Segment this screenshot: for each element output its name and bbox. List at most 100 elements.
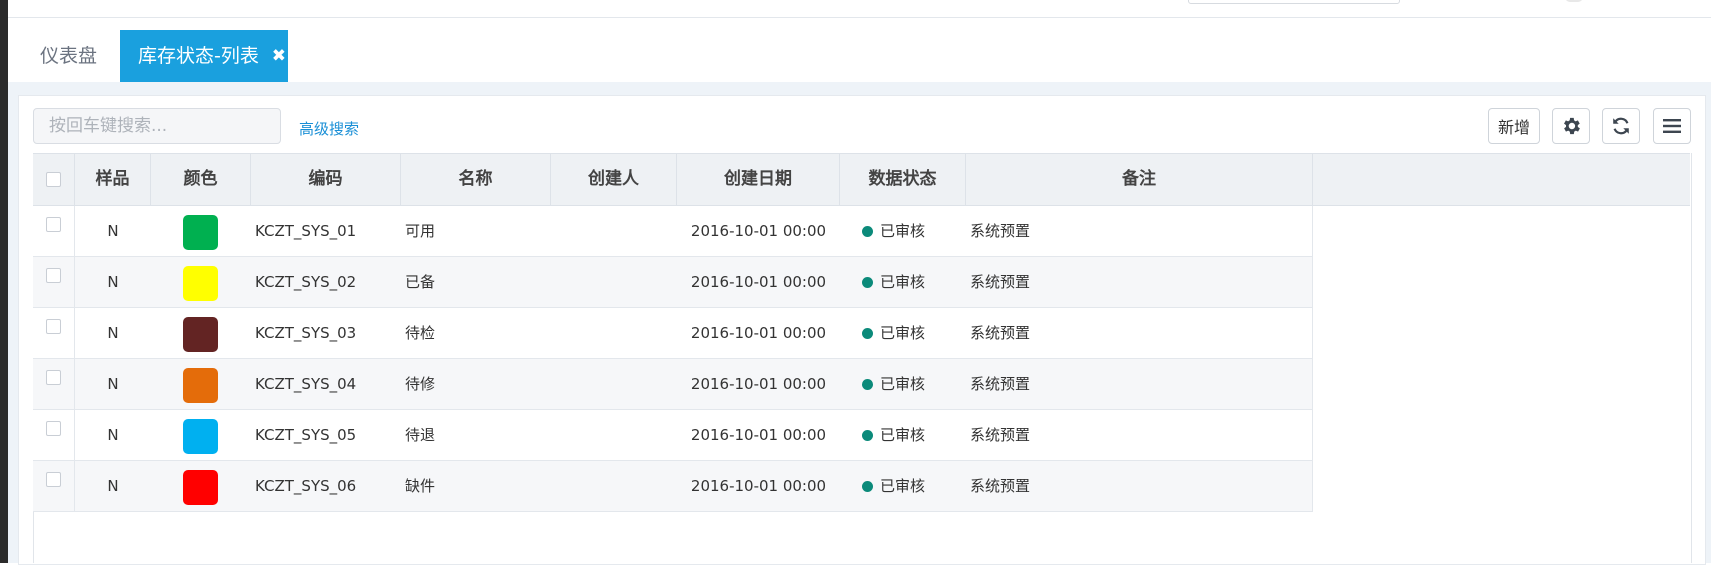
column-header-code[interactable]: 编码 bbox=[251, 154, 401, 205]
cell-code: KCZT_SYS_06 bbox=[255, 477, 357, 495]
status-dot-icon bbox=[862, 379, 873, 390]
row-checkbox[interactable] bbox=[46, 217, 61, 232]
advanced-search-link[interactable]: 高级搜索 bbox=[299, 118, 359, 139]
column-header-color[interactable]: 颜色 bbox=[151, 154, 251, 205]
row-checkbox[interactable] bbox=[46, 370, 61, 385]
column-divider bbox=[1312, 308, 1313, 358]
row-checkbox[interactable] bbox=[46, 472, 61, 487]
status-text: 已审核 bbox=[880, 222, 926, 240]
cell-creator bbox=[551, 410, 677, 460]
refresh-icon bbox=[1613, 117, 1629, 135]
cell-code: KCZT_SYS_01 bbox=[255, 222, 357, 240]
status-text: 已审核 bbox=[880, 273, 926, 291]
tab-bar: 仪表盘 库存状态-列表 ✖ bbox=[8, 18, 1711, 82]
cell-remark: 系统预置 bbox=[970, 375, 1031, 393]
cell-code: KCZT_SYS_03 bbox=[255, 324, 357, 342]
cell-data-status: 已审核 bbox=[862, 410, 966, 460]
cell-created-date: 2016-10-01 00:00 bbox=[690, 426, 827, 444]
status-text: 已审核 bbox=[880, 426, 926, 444]
cell-name: 已备 bbox=[405, 273, 436, 291]
cell-remark: 系统预置 bbox=[970, 426, 1031, 444]
cell-code: KCZT_SYS_05 bbox=[255, 426, 357, 444]
table-row[interactable]: N KCZT_SYS_06 缺件 2016-10-01 00:00 已审核 系统预置 bbox=[33, 461, 1313, 512]
column-header-data-status[interactable]: 数据状态 bbox=[840, 154, 966, 205]
cell-creator bbox=[551, 206, 677, 256]
status-text: 已审核 bbox=[880, 477, 926, 495]
cell-data-status: 已审核 bbox=[862, 461, 966, 511]
cell-remark: 系统预置 bbox=[970, 273, 1031, 291]
cell-created-date: 2016-10-01 00:00 bbox=[690, 477, 827, 495]
cell-remark: 系统预置 bbox=[970, 222, 1031, 240]
close-icon[interactable]: ✖ bbox=[272, 30, 286, 82]
color-swatch bbox=[183, 368, 218, 403]
search-input[interactable] bbox=[33, 108, 281, 144]
status-dot-icon bbox=[862, 226, 873, 237]
tab-dashboard[interactable]: 仪表盘 bbox=[40, 30, 97, 82]
cell-creator bbox=[551, 308, 677, 358]
table-row[interactable]: N KCZT_SYS_01 可用 2016-10-01 00:00 已审核 系统预置 bbox=[33, 206, 1313, 257]
cell-name: 可用 bbox=[405, 222, 436, 240]
add-button[interactable]: 新增 bbox=[1488, 108, 1540, 144]
window-edge bbox=[0, 0, 8, 563]
status-dot-icon bbox=[862, 277, 873, 288]
row-checkbox[interactable] bbox=[46, 319, 61, 334]
column-divider bbox=[1312, 410, 1313, 460]
tab-inventory-status-list[interactable]: 库存状态-列表 ✖ bbox=[120, 30, 288, 82]
column-header-creator[interactable]: 创建人 bbox=[551, 154, 677, 205]
table-row[interactable]: N KCZT_SYS_05 待退 2016-10-01 00:00 已审核 系统预置 bbox=[33, 410, 1313, 461]
select-all-checkbox[interactable] bbox=[46, 172, 61, 187]
cell-remark: 系统预置 bbox=[970, 477, 1031, 495]
status-dot-icon bbox=[862, 328, 873, 339]
color-swatch bbox=[183, 317, 218, 352]
cell-created-date: 2016-10-01 00:00 bbox=[690, 324, 827, 342]
cell-data-status: 已审核 bbox=[862, 359, 966, 409]
cell-sample: N bbox=[107, 324, 119, 342]
top-navbar bbox=[8, 0, 1711, 18]
cell-creator bbox=[551, 461, 677, 511]
cell-creator bbox=[551, 257, 677, 307]
cell-sample: N bbox=[107, 222, 119, 240]
cell-sample: N bbox=[107, 375, 119, 393]
cell-sample: N bbox=[107, 273, 119, 291]
table-row[interactable]: N KCZT_SYS_04 待修 2016-10-01 00:00 已审核 系统预置 bbox=[33, 359, 1313, 410]
status-dot-icon bbox=[862, 430, 873, 441]
table-row[interactable]: N KCZT_SYS_03 待检 2016-10-01 00:00 已审核 系统预置 bbox=[33, 308, 1313, 359]
cell-data-status: 已审核 bbox=[862, 308, 966, 358]
gear-icon bbox=[1564, 117, 1580, 135]
settings-button[interactable] bbox=[1552, 108, 1590, 144]
menu-icon bbox=[1663, 119, 1681, 133]
row-checkbox[interactable] bbox=[46, 268, 61, 283]
column-header-name[interactable]: 名称 bbox=[401, 154, 551, 205]
cell-created-date: 2016-10-01 00:00 bbox=[690, 222, 827, 240]
cell-name: 待检 bbox=[405, 324, 436, 342]
tab-dashboard-label: 仪表盘 bbox=[40, 45, 98, 67]
column-header-remark[interactable]: 备注 bbox=[966, 154, 1313, 205]
cell-name: 待退 bbox=[405, 426, 436, 444]
color-swatch bbox=[183, 470, 218, 505]
refresh-button[interactable] bbox=[1602, 108, 1640, 144]
column-divider bbox=[1312, 359, 1313, 409]
table-header: 样品 颜色 编码 名称 创建人 创建日期 数据状态 备注 bbox=[33, 153, 1690, 206]
cell-name: 待修 bbox=[405, 375, 436, 393]
user-avatar[interactable] bbox=[1565, 0, 1583, 2]
column-divider bbox=[1312, 257, 1313, 307]
column-header-created-date[interactable]: 创建日期 bbox=[677, 154, 840, 205]
cell-created-date: 2016-10-01 00:00 bbox=[690, 375, 827, 393]
cell-name: 缺件 bbox=[405, 477, 436, 495]
status-text: 已审核 bbox=[880, 324, 926, 342]
status-text: 已审核 bbox=[880, 375, 926, 393]
cell-code: KCZT_SYS_04 bbox=[255, 375, 357, 393]
cell-data-status: 已审核 bbox=[862, 257, 966, 307]
cell-sample: N bbox=[107, 426, 119, 444]
cell-created-date: 2016-10-01 00:00 bbox=[690, 273, 827, 291]
column-divider bbox=[1312, 206, 1313, 256]
columns-menu-button[interactable] bbox=[1653, 108, 1691, 144]
color-swatch bbox=[183, 419, 218, 454]
column-divider bbox=[1312, 461, 1313, 511]
color-swatch bbox=[183, 215, 218, 250]
row-checkbox[interactable] bbox=[46, 421, 61, 436]
top-search-box[interactable] bbox=[1188, 0, 1400, 4]
table-row[interactable]: N KCZT_SYS_02 已备 2016-10-01 00:00 已审核 系统预置 bbox=[33, 257, 1313, 308]
header-select-all[interactable] bbox=[33, 154, 75, 205]
column-header-sample[interactable]: 样品 bbox=[75, 154, 151, 205]
